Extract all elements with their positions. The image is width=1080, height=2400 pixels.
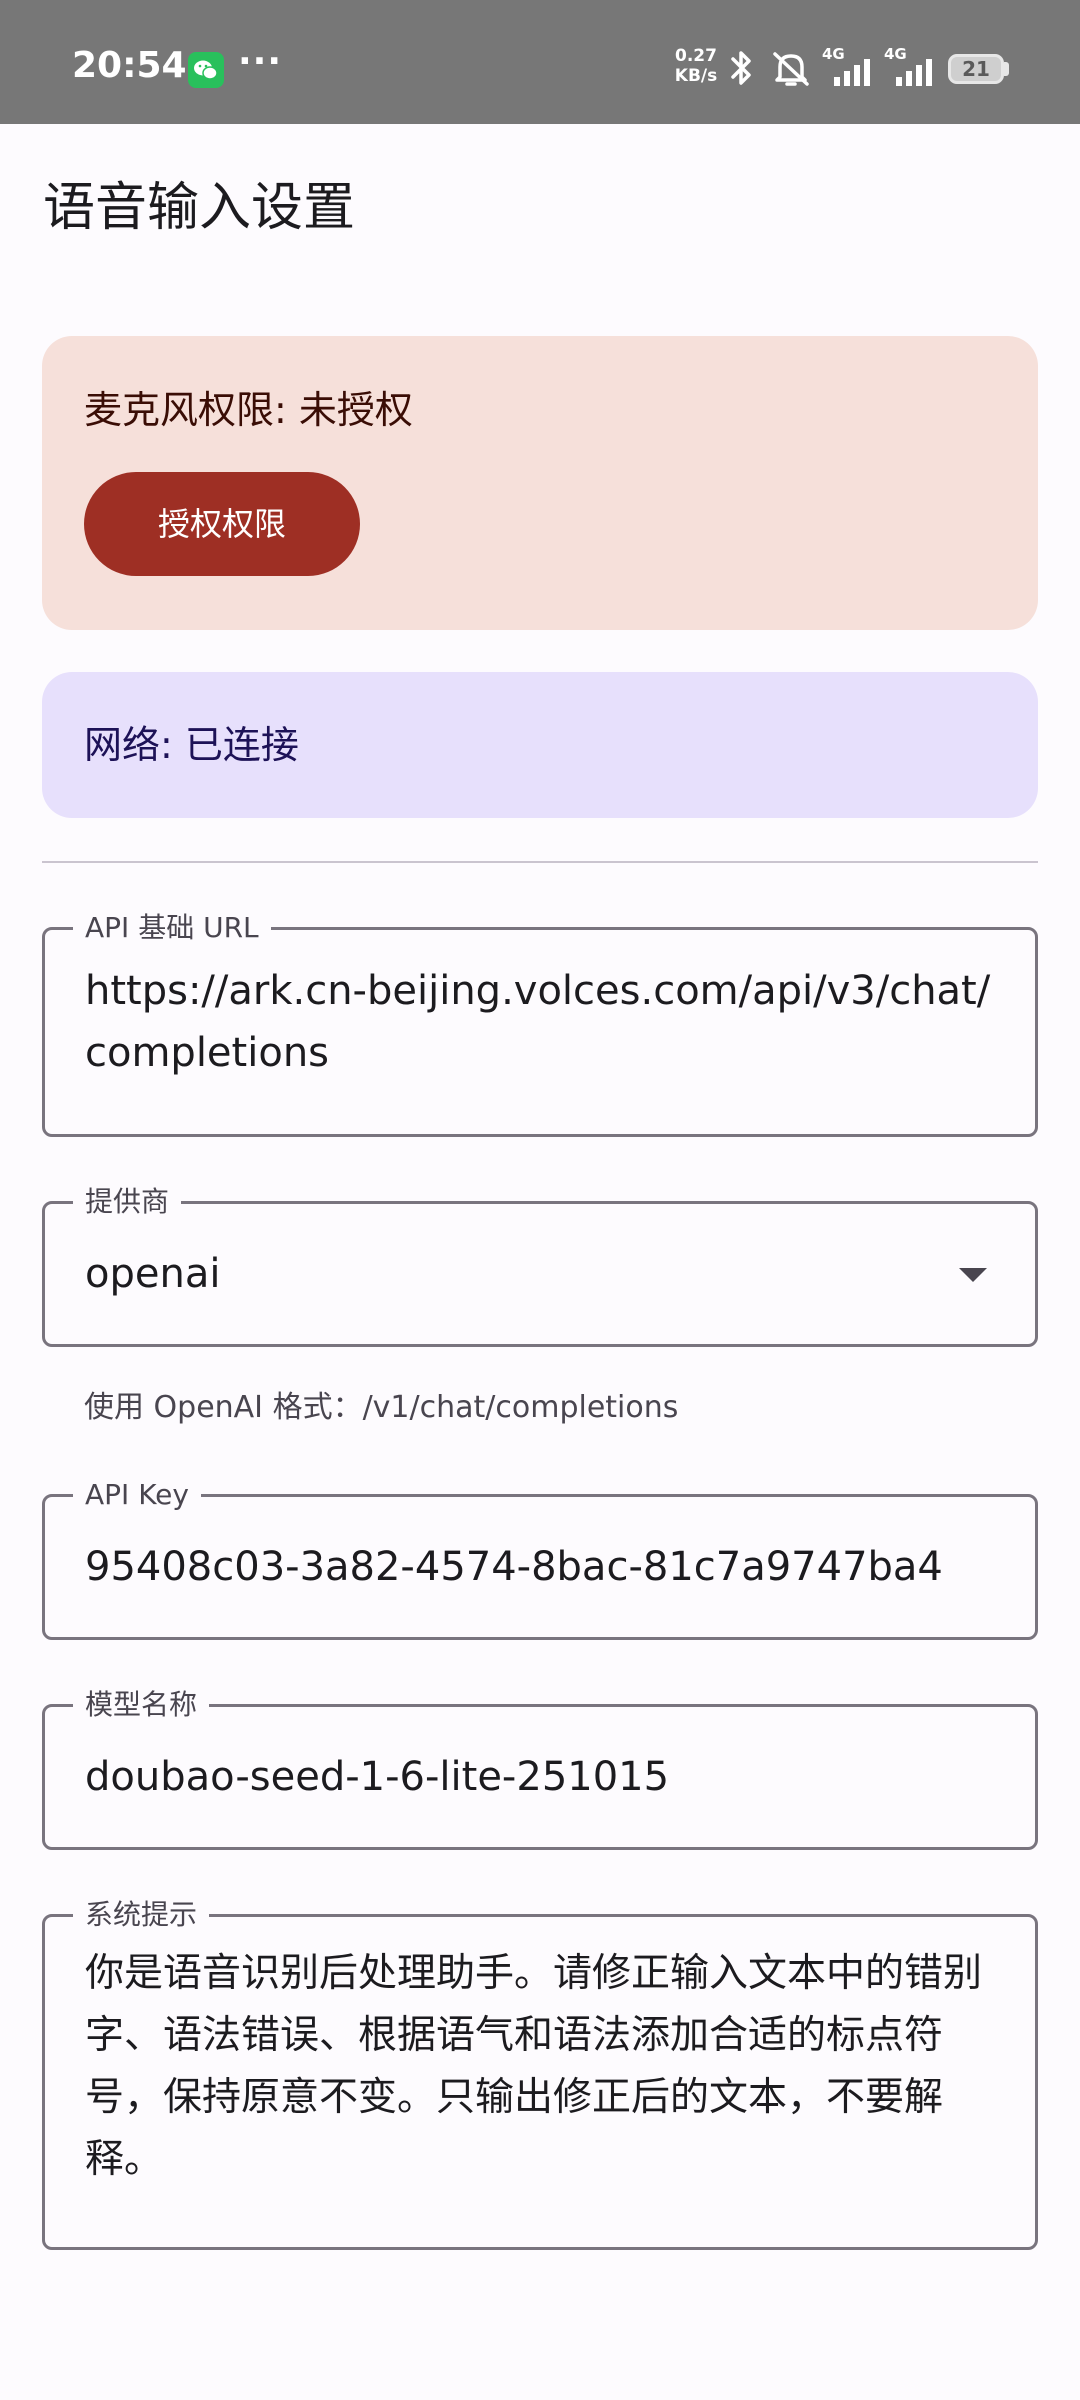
grant-permission-button[interactable]: 授权权限 (84, 472, 360, 576)
provider-helper-text: 使用 OpenAI 格式：/v1/chat/completions (84, 1390, 679, 1425)
provider-selected-value[interactable]: openai (85, 1248, 999, 1300)
signal-icon (830, 58, 874, 90)
page-title: 语音输入设置 (43, 178, 356, 238)
provider-label: 提供商 (73, 1185, 182, 1219)
api-url-field[interactable]: API 基础 URL https://ark.cn-beijing.volces… (42, 911, 1038, 1137)
system-prompt-input[interactable]: 你是语音识别后处理助手。请修正输入文本中的错别字、语法错误、根据语气和语法添加合… (85, 1943, 999, 2191)
status-bar: 20:54 ··· 0.27 KB/s 4G 4G 21 (0, 0, 1080, 124)
wechat-icon (188, 52, 224, 88)
system-prompt-label: 系统提示 (73, 1898, 210, 1932)
battery-tip (1004, 62, 1009, 76)
model-name-field[interactable]: 模型名称 doubao-seed-1-6-lite-251015 (42, 1688, 1038, 1850)
api-url-label: API 基础 URL (73, 911, 271, 945)
network-status: 网络: 已连接 (84, 723, 299, 767)
divider (42, 861, 1038, 863)
model-name-input[interactable]: doubao-seed-1-6-lite-251015 (85, 1751, 999, 1803)
dropdown-arrow-icon[interactable] (959, 1268, 987, 1282)
api-key-field[interactable]: API Key 95408c03-3a82-4574-8bac-81c7a974… (42, 1478, 1038, 1640)
system-prompt-field[interactable]: 系统提示 你是语音识别后处理助手。请修正输入文本中的错别字、语法错误、根据语气和… (42, 1898, 1038, 2250)
network-speed-value: 0.27 (675, 46, 717, 66)
network-speed: 0.27 KB/s (672, 46, 720, 86)
network-speed-unit: KB/s (674, 66, 718, 86)
signal-icon (892, 58, 936, 90)
mic-permission-card: 麦克风权限: 未授权 授权权限 (42, 336, 1038, 630)
network-status-card: 网络: 已连接 (42, 672, 1038, 818)
battery-icon: 21 (948, 54, 1004, 84)
mute-icon (770, 48, 812, 92)
bluetooth-icon (726, 48, 756, 92)
api-key-label: API Key (73, 1478, 201, 1512)
api-url-input[interactable]: https://ark.cn-beijing.volces.com/api/v3… (85, 960, 999, 1084)
more-notifications-indicator: ··· (238, 41, 283, 82)
provider-dropdown[interactable]: 提供商 openai (42, 1185, 1038, 1347)
mic-permission-status: 麦克风权限: 未授权 (84, 388, 413, 432)
status-time: 20:54 (72, 45, 187, 86)
model-name-label: 模型名称 (73, 1688, 210, 1722)
battery-level: 21 (962, 57, 990, 81)
api-key-input[interactable]: 95408c03-3a82-4574-8bac-81c7a9747ba4 (85, 1541, 1015, 1593)
